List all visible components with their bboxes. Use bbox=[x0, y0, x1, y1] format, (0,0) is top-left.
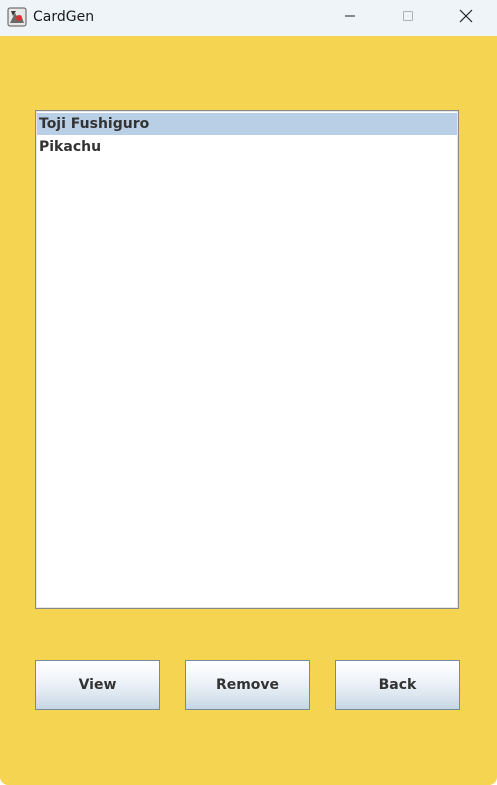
list-item[interactable]: Toji Fushiguro bbox=[37, 113, 457, 135]
remove-button[interactable]: Remove bbox=[185, 660, 310, 710]
list-item-label: Pikachu bbox=[39, 139, 102, 155]
view-button[interactable]: View bbox=[35, 660, 160, 710]
back-button[interactable]: Back bbox=[335, 660, 460, 710]
window-title: CardGen bbox=[33, 9, 95, 25]
close-icon bbox=[459, 9, 473, 28]
minimize-button[interactable] bbox=[327, 0, 373, 36]
minimize-icon bbox=[344, 9, 356, 27]
card-list[interactable]: Toji Fushiguro Pikachu bbox=[35, 110, 459, 609]
app-logo-icon bbox=[7, 7, 27, 27]
list-item[interactable]: Pikachu bbox=[37, 136, 457, 158]
maximize-icon bbox=[402, 9, 414, 27]
close-button[interactable] bbox=[443, 0, 489, 36]
list-item-label: Toji Fushiguro bbox=[39, 116, 150, 132]
title-bar: CardGen bbox=[0, 0, 497, 36]
app-window: CardGen Toji Fushiguro Pikachu View Remo… bbox=[0, 0, 497, 785]
maximize-button[interactable] bbox=[385, 0, 431, 36]
